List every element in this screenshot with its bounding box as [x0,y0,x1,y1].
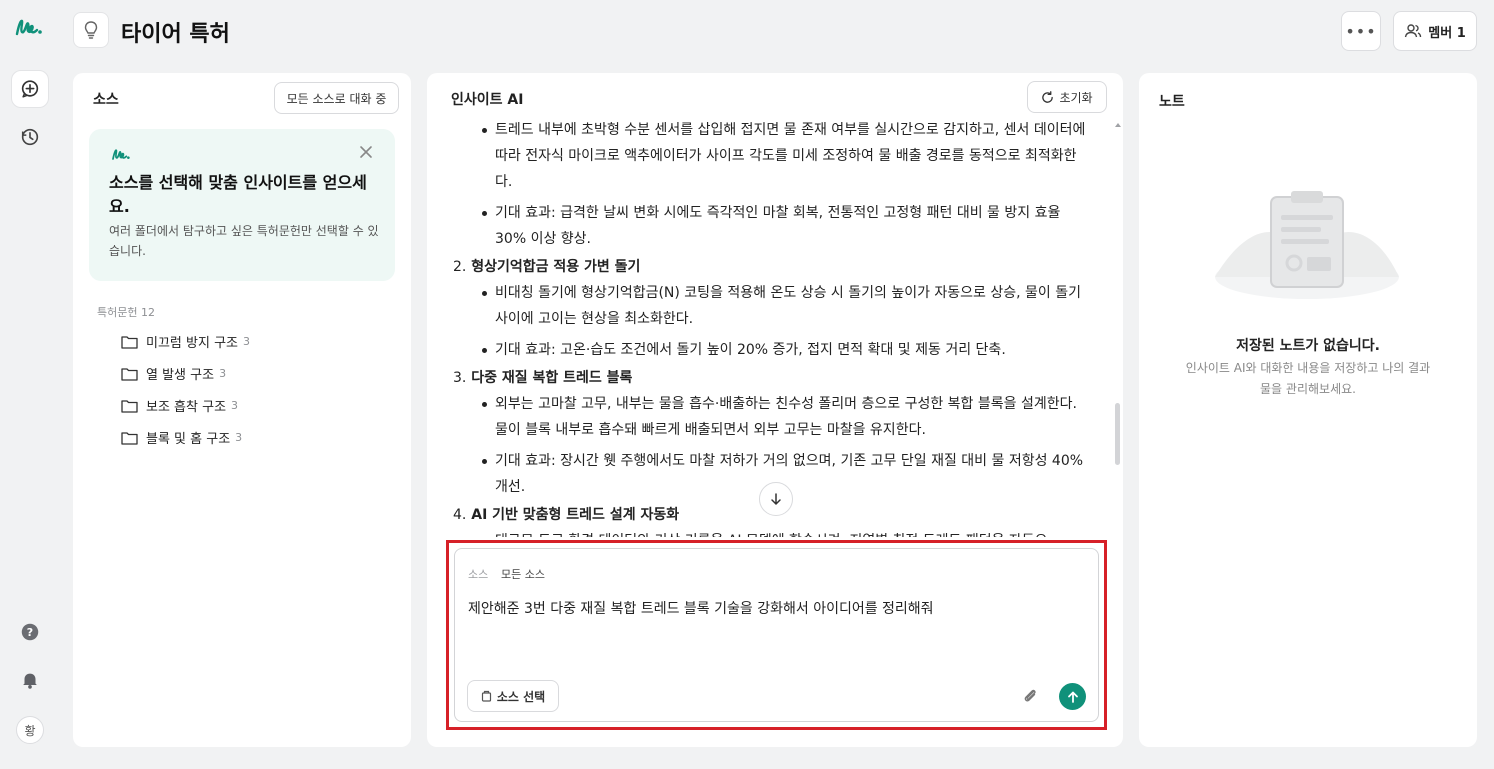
chat-plus-icon [21,80,39,98]
refresh-icon [1042,90,1054,103]
help-button[interactable]: ? [11,613,49,651]
folder-icon [121,431,138,445]
section-title: 형상기억합금 적용 가변 돌기 [471,259,641,275]
folder-count: 3 [231,399,239,412]
folder-item[interactable]: 열 발생 구조 3 [121,364,226,383]
folder-header: 특허문헌 12 [97,306,155,319]
source-panel: 소스 모든 소스로 대화 중 소스를 선택해 맞춤 인사이트를 얻으세요. 여러… [73,73,411,747]
page-title: 타이어 특허 [121,22,230,47]
folder-item[interactable]: 블록 및 홈 구조 3 [121,428,242,447]
source-panel-title: 소스 [93,92,119,108]
bell-icon [23,673,37,689]
scrollbar-up-arrow[interactable] [1115,123,1121,127]
folder-count: 3 [243,335,250,348]
list-item: 기대 효과: 급격한 날씨 변화 시에도 즉각적인 마찰 회복, 전통적인 고정… [453,200,1093,252]
app-logo[interactable] [14,16,44,40]
folder-item[interactable]: 미끄럼 방지 구조 3 [121,332,250,351]
folder-name: 미끄럼 방지 구조 [146,336,238,351]
input-source-label: 소스 [468,568,489,581]
svg-text:?: ? [27,626,33,639]
scroll-down-button[interactable] [759,482,793,516]
all-sources-button[interactable]: 모든 소스로 대화 중 [274,82,399,114]
list-item: 트레드 내부에 초박형 수분 센서를 삽입해 접지면 물 존재 여부를 실시간으… [453,117,1093,195]
left-rail: ? 황 [0,0,60,769]
idea-button[interactable] [73,12,109,48]
list-item: 비대칭 돌기에 형상기억합금(N) 코팅을 적용해 온도 상승 시 돌기의 높이… [453,280,1093,332]
section-heading: 2. 형상기억합금 적용 가변 돌기 [453,254,1093,280]
arrow-up-icon [1067,691,1078,703]
highlight-box: 소스 모든 소스 제안해준 3번 다중 재질 복합 트레드 블록 기술을 강화해… [446,540,1107,730]
note-panel: 노트 저장된 노트가 없습니다. 인사이트 AI와 대화한 내용을 저장하고 나… [1139,73,1477,747]
folder-icon [121,335,138,349]
section-title: 다중 재질 복합 트레드 블록 [471,370,633,386]
section-title: AI 기반 맞춤형 트레드 설계 자동화 [471,507,680,523]
members-icon [1405,24,1422,38]
empty-notes-description: 인사이트 AI와 대화한 내용을 저장하고 나의 결과물을 관리해보세요. [1185,361,1431,396]
folder-count: 3 [235,431,243,444]
section-number: 4. [453,507,467,523]
folder-name: 보조 흡착 구조 [146,400,227,415]
chat-input-box[interactable]: 소스 모든 소스 제안해준 3번 다중 재질 복합 트레드 블록 기술을 강화해… [454,548,1099,722]
tip-description: 여러 폴더에서 탐구하고 싶은 특허문헌만 선택할 수 있습니다. [109,224,379,258]
user-avatar[interactable]: 황 [16,716,44,744]
folder-name: 블록 및 홈 구조 [146,432,231,447]
section-heading: 3. 다중 재질 복합 트레드 블록 [453,365,1093,391]
note-panel-title: 노트 [1159,94,1185,110]
source-icon [481,690,491,702]
chat-panel-title: 인사이트 AI [451,92,524,108]
app-logo-small [112,149,130,160]
select-source-button[interactable]: 소스 선택 [467,680,559,712]
tip-title: 소스를 선택해 맞춤 인사이트를 얻으세요. [109,173,367,216]
list-item: 기대 효과: 고온·습도 조건에서 돌기 높이 20% 증가, 접지 면적 확대… [453,337,1093,363]
all-sources-label: 모든 소스로 대화 중 [286,91,387,106]
empty-notes-title: 저장된 노트가 없습니다. [1236,338,1380,354]
scrollbar-thumb[interactable] [1115,403,1120,465]
notification-button[interactable] [11,661,49,699]
chat-input-text[interactable]: 제안해준 3번 다중 재질 복합 트레드 블록 기술을 강화해서 아이디어를 정… [468,598,934,618]
select-source-label: 소스 선택 [496,689,546,704]
member-button[interactable]: 멤버 1 [1393,11,1477,51]
folder-count: 3 [219,367,227,380]
chat-message: 트레드 내부에 초박형 수분 센서를 삽입해 접지면 물 존재 여부를 실시간으… [453,117,1093,537]
help-icon: ? [21,623,39,641]
input-source-value: 모든 소스 [501,568,545,581]
folder-icon [121,399,138,413]
more-options-button[interactable]: ••• [1341,11,1381,51]
new-chat-button[interactable] [11,70,49,108]
arrow-down-icon [771,493,781,505]
paperclip-icon[interactable] [1021,686,1039,704]
section-number: 2. [453,259,467,275]
lightbulb-icon [84,21,98,39]
reset-button[interactable]: 초기화 [1027,81,1107,113]
tip-box: 소스를 선택해 맞춤 인사이트를 얻으세요. 여러 폴더에서 탐구하고 싶은 특… [89,129,395,281]
member-label: 멤버 1 [1428,25,1466,41]
folder-item[interactable]: 보조 흡착 구조 3 [121,396,238,415]
list-item: 대규모 도로 환경 데이터와 기상 기록을 AI 모델에 학습시켜, 지역별 최… [453,528,1093,537]
empty-clipboard-illustration [1215,191,1399,299]
close-icon[interactable] [359,145,373,159]
folder-icon [121,367,138,381]
reset-label: 초기화 [1059,90,1093,105]
chat-panel: 인사이트 AI 초기화 트레드 내부에 초박형 수분 센서를 삽입해 접지면 물… [427,73,1123,747]
folder-name: 열 발생 구조 [146,368,215,383]
list-item: 외부는 고마찰 고무, 내부는 물을 흡수·배출하는 친수성 폴리머 층으로 구… [453,391,1093,443]
section-number: 3. [453,370,467,386]
history-icon [21,128,39,146]
history-button[interactable] [11,118,49,156]
send-button[interactable] [1059,683,1086,710]
